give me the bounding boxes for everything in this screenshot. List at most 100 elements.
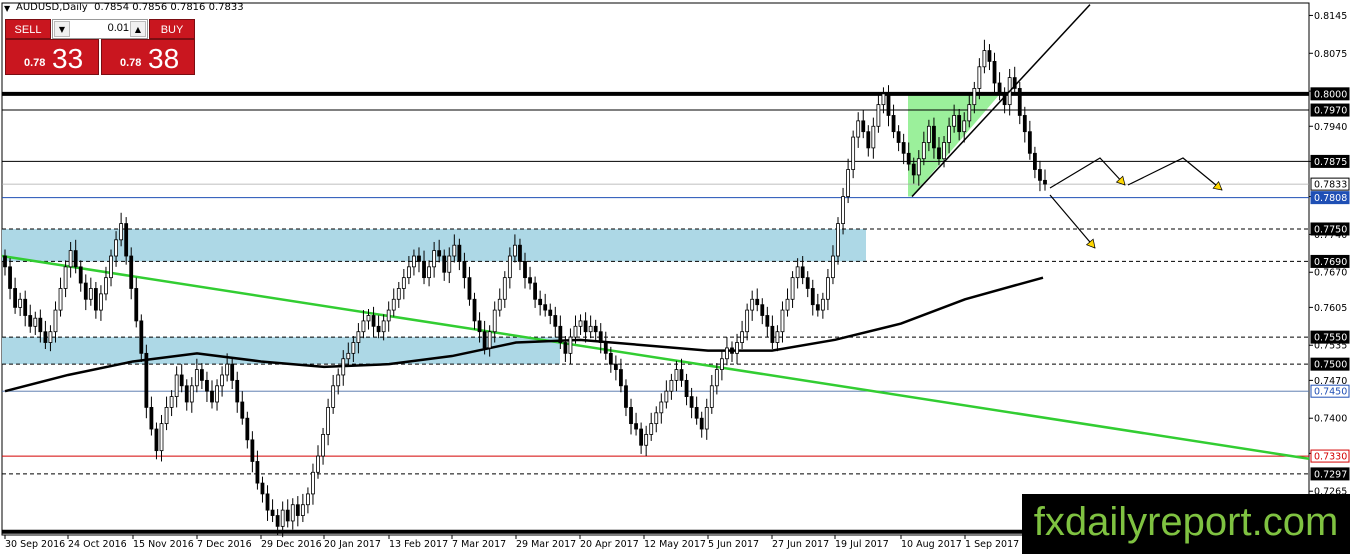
- candle-body: [881, 93, 886, 106]
- candle-body: [381, 320, 386, 333]
- candle-body: [578, 320, 583, 327]
- bullish-projection-arrow: [1127, 157, 1223, 191]
- candle-body: [346, 352, 351, 360]
- candle-body: [189, 385, 194, 403]
- candle-body: [770, 325, 775, 343]
- candle-body: [725, 347, 729, 360]
- candle-body: [447, 255, 452, 273]
- candle-body: [826, 277, 830, 300]
- x-tick-label: 29 Dec 2016: [261, 539, 322, 550]
- x-tick-label: 1 Sep 2017: [965, 539, 1019, 550]
- candle-body: [805, 277, 810, 289]
- candle-body: [962, 120, 967, 133]
- candle-body: [977, 66, 982, 89]
- candle-body: [942, 142, 946, 160]
- candle-body: [33, 317, 38, 327]
- candle-body: [603, 342, 608, 354]
- candle-body: [906, 152, 911, 165]
- candle-body: [88, 288, 93, 300]
- bullish-projection-arrow: [1049, 157, 1126, 189]
- price-level-label: 0.7970: [1314, 106, 1347, 117]
- candle-body: [99, 293, 103, 311]
- candle-body: [331, 385, 336, 408]
- candle-body: [714, 369, 719, 387]
- triangle-up-icon[interactable]: ▲: [130, 21, 146, 37]
- candle-body: [558, 325, 563, 343]
- candle-body: [921, 142, 926, 160]
- candle-body: [300, 504, 305, 516]
- candle-body: [290, 504, 295, 522]
- price-level-label: 0.7833: [1314, 180, 1347, 191]
- candle-body: [740, 331, 744, 343]
- candle-body: [265, 493, 270, 511]
- sell-price-block[interactable]: 0.78 33: [5, 39, 99, 75]
- x-tick-label: 29 Mar 2017: [516, 539, 576, 550]
- buy-button[interactable]: BUY: [149, 19, 195, 39]
- candle-body: [149, 407, 154, 430]
- candle-body: [371, 315, 376, 327]
- candle-body: [38, 317, 43, 333]
- candle-body: [911, 163, 916, 176]
- candle-body: [245, 417, 250, 441]
- candle-body: [295, 504, 300, 516]
- sell-price-prefix: 0.78: [24, 57, 46, 69]
- y-tick-label: 0.8145: [1314, 11, 1347, 22]
- candle-body: [83, 282, 88, 300]
- x-tick-label: 12 May 2017: [644, 539, 706, 550]
- candle-body: [8, 266, 12, 289]
- candle-body: [533, 282, 537, 300]
- candle-body: [613, 363, 618, 370]
- candle-body: [28, 315, 33, 327]
- candle-body: [608, 352, 613, 365]
- lot-size-field[interactable]: ▼ 0.01 ▲: [52, 19, 148, 39]
- candle-body: [472, 298, 477, 322]
- candle-body: [523, 261, 527, 279]
- candle-body: [810, 288, 815, 306]
- candle-body: [1027, 131, 1032, 154]
- candle-body: [316, 455, 320, 473]
- candle-body: [926, 125, 931, 143]
- buy-price-block[interactable]: 0.78 38: [101, 39, 195, 75]
- candle-body: [649, 423, 654, 435]
- candle-body: [689, 396, 694, 408]
- candle-body: [669, 379, 674, 392]
- triangle-down-icon[interactable]: ▼: [54, 21, 70, 37]
- candle-body: [462, 261, 467, 279]
- candle-body: [815, 304, 820, 311]
- x-tick-label: 7 Dec 2016: [197, 539, 252, 550]
- candle-body: [518, 244, 522, 262]
- candle-body: [654, 412, 659, 425]
- candle-body: [598, 331, 603, 343]
- candle-body: [901, 142, 906, 154]
- x-tick-label: 20 Jan 2017: [324, 539, 381, 550]
- candle-body: [1022, 115, 1027, 133]
- candle-body: [306, 493, 310, 506]
- candle-body: [952, 115, 957, 127]
- buy-price-prefix: 0.78: [120, 57, 142, 69]
- candle-body: [199, 369, 204, 381]
- candle-body: [235, 379, 240, 403]
- candle-body: [543, 304, 548, 311]
- price-level-label: 0.7297: [1314, 469, 1347, 480]
- candle-body: [179, 374, 184, 387]
- candle-body: [255, 461, 260, 484]
- candle-body: [704, 407, 709, 430]
- candle-body: [851, 136, 856, 170]
- candle-body: [719, 358, 724, 370]
- candle-body: [997, 82, 1002, 95]
- lot-size-value[interactable]: 0.01: [71, 22, 129, 34]
- candle-body: [528, 277, 532, 284]
- candle-body: [63, 266, 68, 289]
- candle-body: [836, 223, 840, 257]
- price-chart[interactable]: 0.81450.80750.80050.79400.78750.78100.77…: [0, 0, 1350, 554]
- candle-body: [588, 325, 593, 333]
- candle-body: [452, 244, 457, 257]
- candle-body: [644, 434, 649, 446]
- candle-body: [730, 347, 734, 354]
- candle-body: [760, 304, 765, 316]
- candle-body: [820, 298, 825, 311]
- price-level-label: 0.7750: [1314, 224, 1347, 235]
- triangle-down-icon[interactable]: ▼: [4, 4, 10, 13]
- sell-button[interactable]: SELL: [5, 19, 51, 39]
- candle-body: [437, 250, 442, 257]
